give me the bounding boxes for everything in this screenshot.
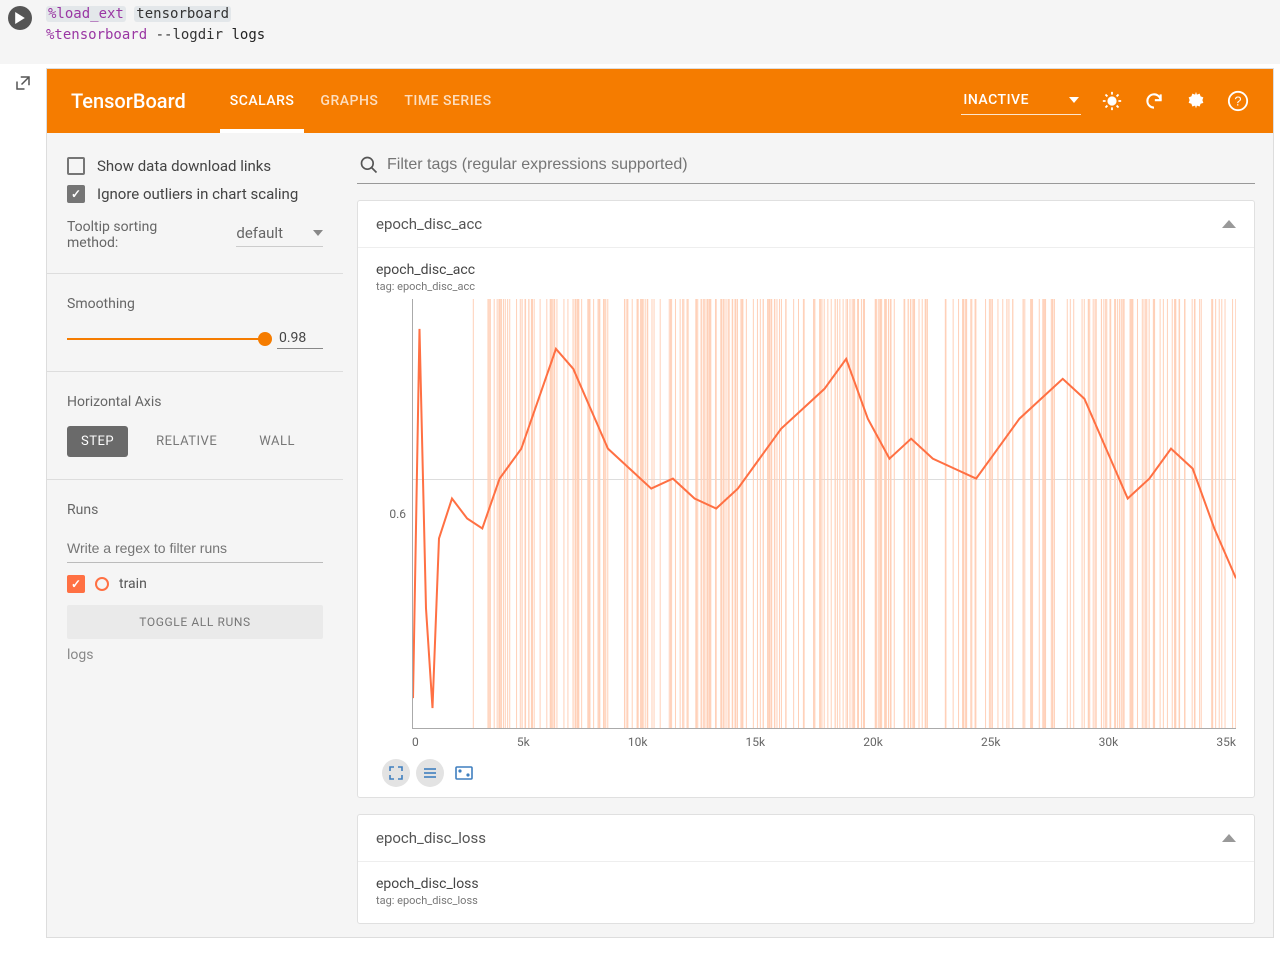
chart-tag: tag: epoch_disc_acc <box>376 280 1236 293</box>
axis-relative-button[interactable]: RELATIVE <box>142 426 231 457</box>
tab-timeseries[interactable]: TIME SERIES <box>404 69 491 133</box>
ignore-outliers-checkbox[interactable]: Ignore outliers in chart scaling <box>67 185 323 203</box>
run-color-swatch <box>95 577 109 591</box>
collapse-icon[interactable] <box>1222 220 1236 228</box>
section-title: epoch_disc_loss <box>376 829 486 847</box>
smoothing-label: Smoothing <box>67 296 323 312</box>
chart-card-disc-acc: epoch_disc_acc epoch_disc_acc tag: epoch… <box>357 200 1255 798</box>
popout-icon[interactable] <box>14 74 32 92</box>
magic-load-ext: %load_ext <box>46 6 126 22</box>
tensorboard-frame: TensorBoard SCALARS GRAPHS TIME SERIES I… <box>46 68 1274 938</box>
chevron-down-icon <box>1069 97 1079 103</box>
section-title: epoch_disc_acc <box>376 215 482 233</box>
tooltip-sort-select[interactable]: default <box>236 224 323 247</box>
runs-filter-input[interactable] <box>67 534 323 563</box>
sidebar: Show data download links Ignore outliers… <box>47 133 343 937</box>
theme-toggle-icon[interactable] <box>1101 90 1123 112</box>
runs-label: Runs <box>67 502 323 518</box>
show-download-label: Show data download links <box>97 157 271 175</box>
settings-icon[interactable] <box>1185 90 1207 112</box>
checkbox-icon <box>67 157 85 175</box>
magic-arg: tensorboard <box>134 6 231 22</box>
magic-tensorboard: %tensorboard <box>46 27 147 43</box>
svg-text:?: ? <box>1234 94 1241 109</box>
checkbox-checked-icon <box>67 185 85 203</box>
refresh-icon[interactable] <box>1143 90 1165 112</box>
status-dropdown[interactable]: INACTIVE <box>961 88 1081 115</box>
logdir-value: logs <box>231 27 265 43</box>
run-checkbox-icon[interactable]: ✓ <box>67 575 85 593</box>
tab-scalars[interactable]: SCALARS <box>230 69 295 133</box>
run-train-entry[interactable]: ✓ train <box>67 575 323 593</box>
axis-step-button[interactable]: STEP <box>67 426 128 457</box>
toggle-log-button[interactable] <box>416 759 444 787</box>
tab-bar: SCALARS GRAPHS TIME SERIES <box>230 69 492 133</box>
search-icon <box>359 155 379 175</box>
code-content[interactable]: %load_ext tensorboard %tensorboard --log… <box>46 4 265 46</box>
status-label: INACTIVE <box>963 92 1029 108</box>
chevron-down-icon <box>313 230 323 236</box>
tooltip-sort-value: default <box>236 224 283 242</box>
chart-title: epoch_disc_acc <box>376 262 1236 278</box>
run-cell-button[interactable] <box>8 6 32 30</box>
collapse-icon[interactable] <box>1222 834 1236 842</box>
chart-title: epoch_disc_loss <box>376 876 1236 892</box>
show-download-checkbox[interactable]: Show data download links <box>67 157 323 175</box>
output-gutter <box>0 64 46 938</box>
tab-graphs[interactable]: GRAPHS <box>320 69 378 133</box>
smoothing-value-input[interactable]: 0.98 <box>277 328 323 349</box>
axis-wall-button[interactable]: WALL <box>245 426 309 457</box>
tag-filter-bar <box>357 151 1255 184</box>
help-icon[interactable]: ? <box>1227 90 1249 112</box>
smoothing-slider[interactable] <box>67 338 265 340</box>
app-title: TensorBoard <box>71 89 186 113</box>
slider-thumb[interactable] <box>258 332 272 346</box>
chart-tag: tag: epoch_disc_loss <box>376 894 1236 907</box>
ignore-outliers-label: Ignore outliers in chart scaling <box>97 185 298 203</box>
x-axis-labels: 05k10k15k20k25k30k35k <box>412 735 1236 749</box>
main-panel: epoch_disc_acc epoch_disc_acc tag: epoch… <box>343 133 1273 937</box>
logdir-flag: --logdir <box>156 27 223 43</box>
logdir-label: logs <box>67 647 323 663</box>
chart-plot[interactable]: 0.6 <box>376 299 1236 729</box>
tag-filter-input[interactable] <box>387 156 1253 174</box>
tooltip-sort-label: Tooltip sorting method: <box>67 219 177 251</box>
expand-chart-button[interactable] <box>382 759 410 787</box>
chart-card-disc-loss: epoch_disc_loss epoch_disc_loss tag: epo… <box>357 814 1255 924</box>
fit-domain-button[interactable] <box>450 759 478 787</box>
toggle-all-runs-button[interactable]: TOGGLE ALL RUNS <box>67 605 323 639</box>
y-tick-label: 0.6 <box>376 299 412 729</box>
tensorboard-header: TensorBoard SCALARS GRAPHS TIME SERIES I… <box>47 69 1273 133</box>
run-name-label: train <box>119 576 147 592</box>
axis-label: Horizontal Axis <box>67 394 323 410</box>
code-cell: %load_ext tensorboard %tensorboard --log… <box>0 0 1280 64</box>
